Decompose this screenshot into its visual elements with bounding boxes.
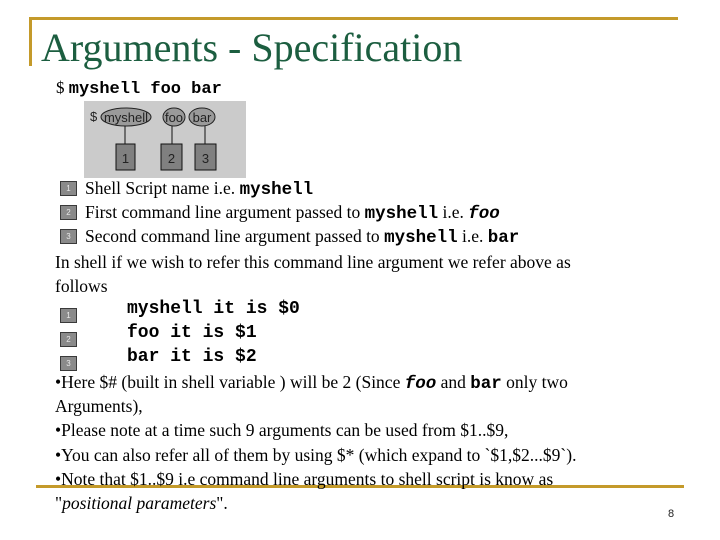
number-3: 3 xyxy=(202,151,209,166)
page-number: 8 xyxy=(668,508,675,520)
legend-text: Shell Script name i.e. xyxy=(85,178,240,198)
token-foo: foo xyxy=(165,110,183,125)
legend-badge-2: 2 xyxy=(60,205,77,220)
quote-close: ". xyxy=(216,493,228,513)
bullet-text: only two xyxy=(501,372,568,392)
ref-item-1: myshell it is $0 xyxy=(127,299,300,319)
legend-tail-code: bar xyxy=(487,228,520,248)
legend-badge-1: 1 xyxy=(60,181,77,196)
legend-code: myshell xyxy=(239,180,314,200)
ref-item-2: foo it is $1 xyxy=(127,323,257,343)
bullet-argument-count: •Here $# (built in shell variable ) will… xyxy=(55,370,720,396)
bullet-all-arguments: •You can also refer all of them by using… xyxy=(55,445,577,465)
bullet-code-foo: foo xyxy=(404,374,437,394)
legend-badge-3: 3 xyxy=(60,229,77,244)
legend-text: Second command line argument passed to xyxy=(85,226,385,246)
bullet-positional: •Note that $1..$9 i.e command line argum… xyxy=(55,469,554,489)
slide-title: Arguments - Specification xyxy=(41,25,463,70)
diagram-prompt: $ xyxy=(90,109,98,124)
ref-badge-1: 1 xyxy=(60,308,77,323)
title-accent-top-rule xyxy=(29,17,678,20)
title-accent-left-rule xyxy=(29,17,32,66)
ref-item-3: bar it is $2 xyxy=(127,347,257,367)
legend-item-1: Shell Script name i.e. myshell xyxy=(85,176,720,202)
number-2: 2 xyxy=(168,151,175,166)
ref-badge-3: 3 xyxy=(60,356,77,371)
legend-tail-code: foo xyxy=(468,204,500,224)
argument-diagram: $ myshell foo bar 1 2 3 xyxy=(84,101,246,178)
legend-item-3: Second command line argument passed to m… xyxy=(85,224,720,250)
bullet-argument-count-cont: Arguments), xyxy=(55,396,143,416)
bullet-nine-arguments: •Please note at a time such 9 arguments … xyxy=(55,420,509,440)
legend-code: myshell xyxy=(364,204,439,224)
command-text: myshell foo bar xyxy=(68,80,222,99)
ref-badge-2: 2 xyxy=(60,332,77,347)
bullet-positional-cont: "positional parameters". xyxy=(55,491,720,515)
legend-code: myshell xyxy=(384,228,458,248)
legend-text: First command line argument passed to xyxy=(85,202,365,222)
prompt-symbol: $ xyxy=(56,78,65,97)
bullet-text: and xyxy=(436,372,471,392)
legend-tail: i.e. xyxy=(457,226,488,246)
legend-item-2: First command line argument passed to my… xyxy=(85,200,720,226)
bullet-text: •Here $# (built in shell variable ) will… xyxy=(55,372,405,392)
bullet-code-bar: bar xyxy=(470,374,502,394)
positional-parameters-term: positional parameters xyxy=(62,493,217,513)
command-example: $ myshell foo bar xyxy=(56,77,222,101)
intro-line-1: In shell if we wish to refer this comman… xyxy=(55,252,571,272)
legend-tail: i.e. xyxy=(438,202,469,222)
token-bar: bar xyxy=(193,110,212,125)
intro-line-2: follows xyxy=(55,276,108,296)
number-1: 1 xyxy=(122,151,129,166)
token-myshell: myshell xyxy=(104,110,148,125)
